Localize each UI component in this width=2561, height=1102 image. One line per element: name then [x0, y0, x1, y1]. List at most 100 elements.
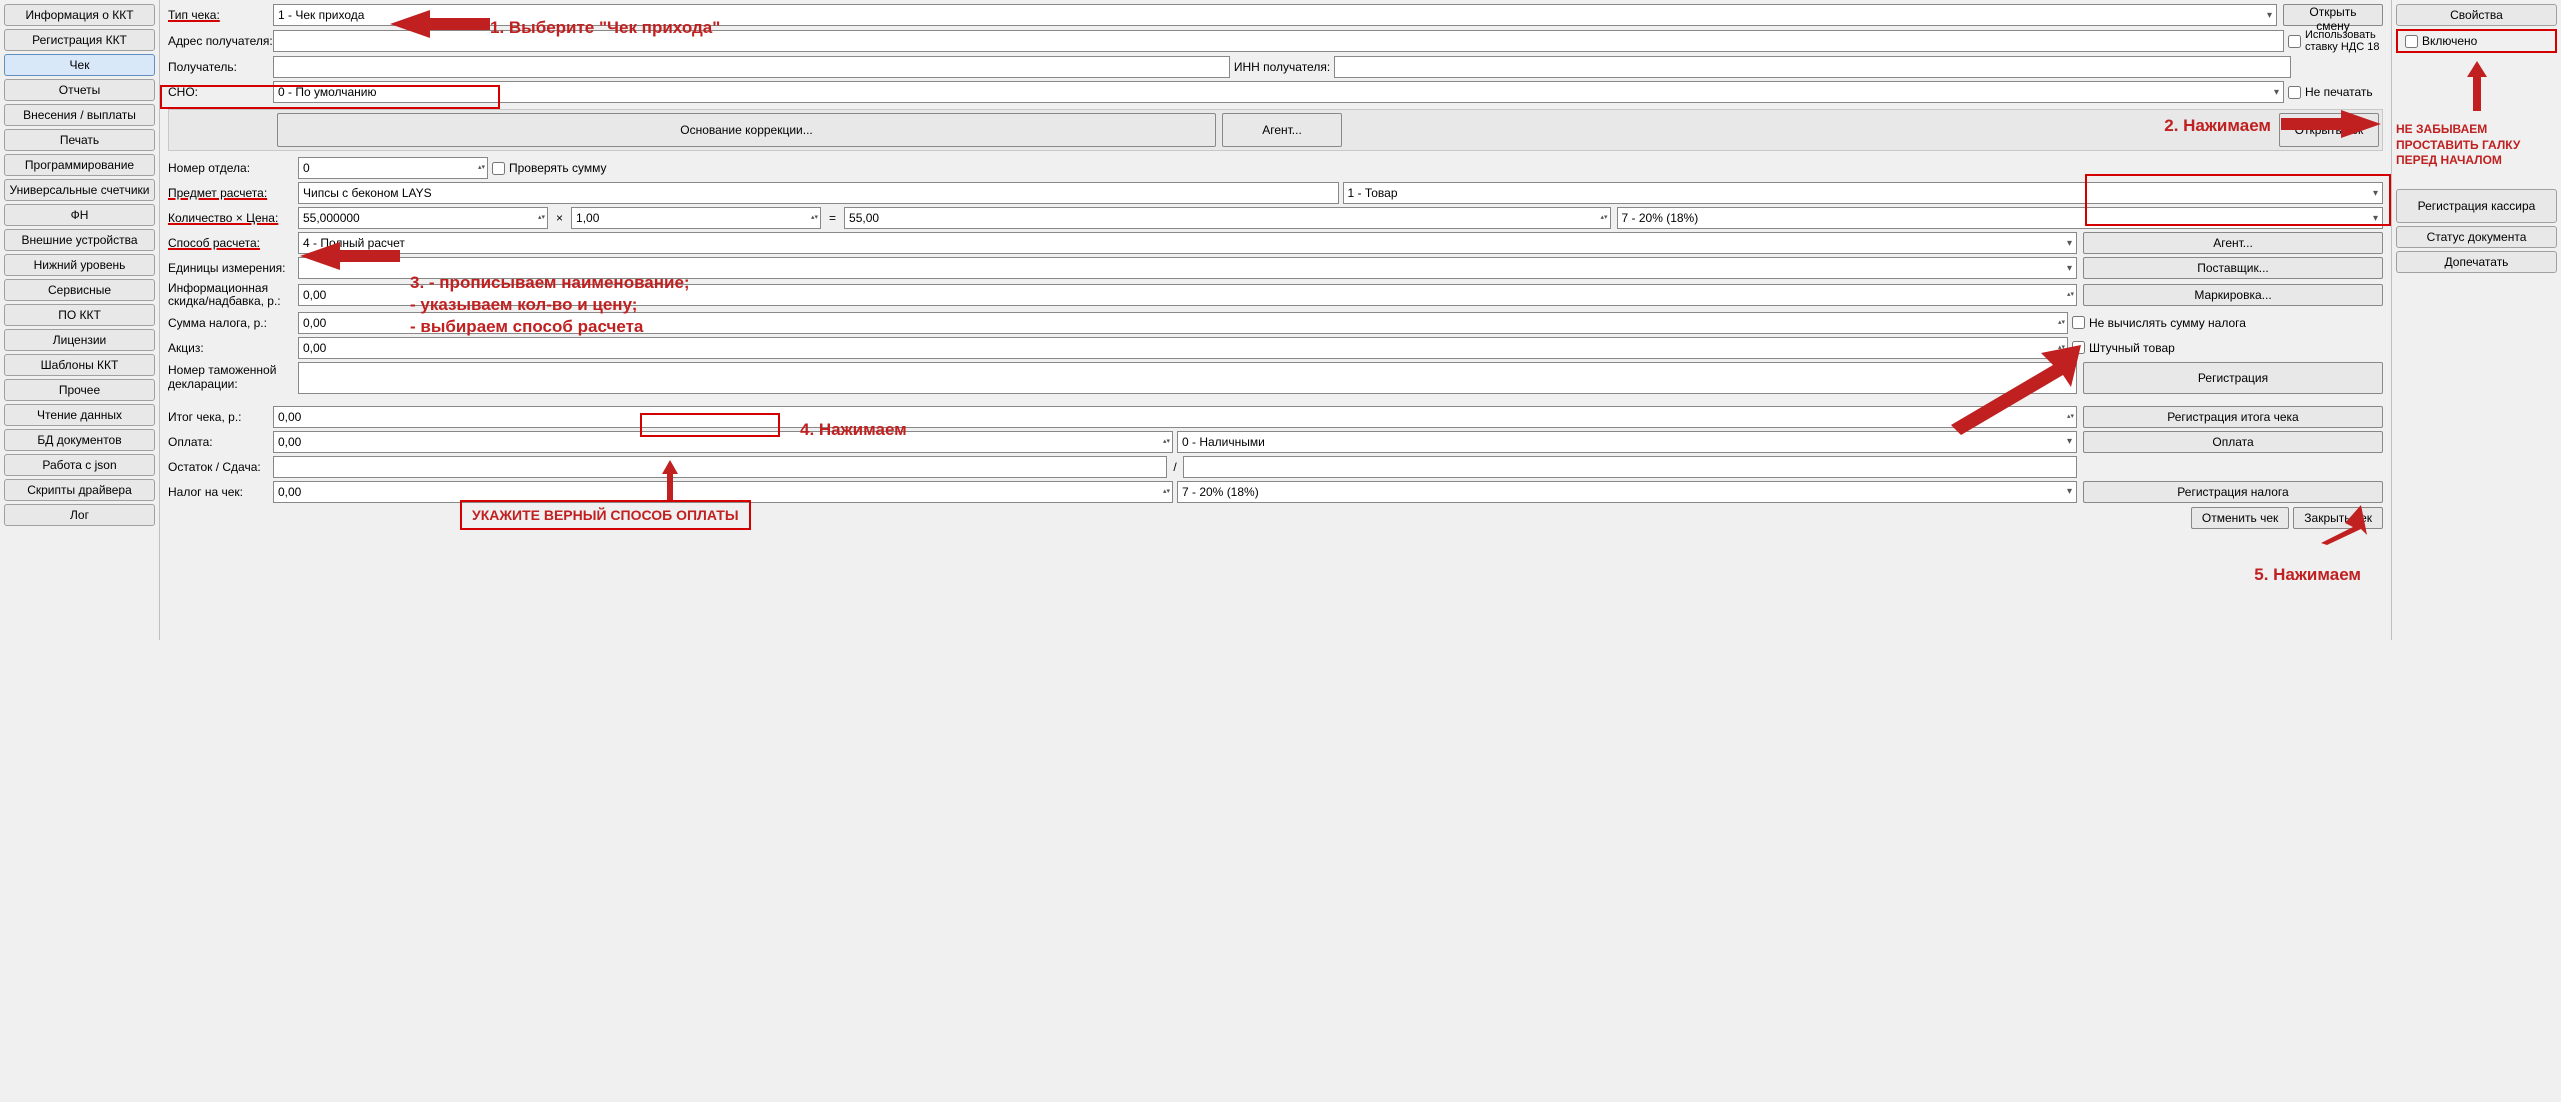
sidebar-item-print[interactable]: Печать [4, 129, 155, 151]
cancel-check-button[interactable]: Отменить чек [2191, 507, 2289, 529]
sidebar-item-other[interactable]: Прочее [4, 379, 155, 401]
deptno-value: 0 [303, 161, 310, 175]
combo-paymethod[interactable]: 4 - Полный расчет [298, 232, 2077, 254]
label-total: Итог чека, р.: [168, 410, 273, 424]
combo-check-type[interactable]: 1 - Чек прихода [273, 4, 2277, 26]
sidebar-item-tpl[interactable]: Шаблоны ККТ [4, 354, 155, 376]
checkbox-checksum[interactable] [492, 162, 505, 175]
input-item-name[interactable] [298, 182, 1339, 204]
sidebar-item-log[interactable]: Лог [4, 504, 155, 526]
sidebar-item-ext[interactable]: Внешние устройства [4, 229, 155, 251]
agent-button[interactable]: Агент... [2083, 232, 2383, 254]
input-customs[interactable] [298, 362, 2077, 394]
label-item: Предмет расчета: [168, 186, 298, 200]
sidebar-item-json[interactable]: Работа с json [4, 454, 155, 476]
spin-disc[interactable]: 0,00 [298, 284, 2077, 306]
reprint-button[interactable]: Допечатать [2396, 251, 2557, 273]
paymethod-value: 4 - Полный расчет [303, 236, 405, 250]
label-taxsum: Сумма налога, р.: [168, 316, 298, 330]
sidebar-item-scripts[interactable]: Скрипты драйвера [4, 479, 155, 501]
spin-total[interactable]: 0,00 [273, 406, 2077, 428]
vat-value: 7 - 20% (18%) [1622, 211, 1699, 225]
label-enabled: Включено [2422, 34, 2477, 48]
sidebar-item-fn[interactable]: ФН [4, 204, 155, 226]
marking-button[interactable]: Маркировка... [2083, 284, 2383, 306]
spin-deptno[interactable]: 0 [298, 157, 488, 179]
checkbox-piece[interactable] [2072, 341, 2085, 354]
correction-button[interactable]: Основание коррекции... [277, 113, 1216, 147]
reg-cashier-button[interactable]: Регистрация кассира [2396, 189, 2557, 223]
sidebar-item-po[interactable]: ПО ККТ [4, 304, 155, 326]
properties-button[interactable]: Свойства [2396, 4, 2557, 26]
sidebar-item-check[interactable]: Чек [4, 54, 155, 76]
sidebar-item-prog[interactable]: Программирование [4, 154, 155, 176]
pay-value: 0,00 [278, 435, 301, 449]
combo-check-type-value: 1 - Чек прихода [278, 8, 364, 22]
sidebar-item-db[interactable]: БД документов [4, 429, 155, 451]
checkbox-vat18[interactable] [2288, 35, 2301, 48]
label-excise: Акциз: [168, 341, 298, 355]
label-qtyprice: Количество × Цена: [168, 211, 298, 225]
sidebar-item-cash[interactable]: Внесения / выплаты [4, 104, 155, 126]
slash: / [1173, 460, 1176, 474]
doc-status-button[interactable]: Статус документа [2396, 226, 2557, 248]
main-form: Тип чека: 1 - Чек прихода Открыть смену … [160, 0, 2391, 640]
open-shift-button[interactable]: Открыть смену [2283, 4, 2383, 26]
sidebar-item-counters[interactable]: Универсальные счетчики [4, 179, 155, 201]
combo-taxcheck-type[interactable]: 7 - 20% (18%) [1177, 481, 2077, 503]
spin-pay[interactable]: 0,00 [273, 431, 1173, 453]
sidebar-item-service[interactable]: Сервисные [4, 279, 155, 301]
spin-taxcheck[interactable]: 0,00 [273, 481, 1173, 503]
combo-sno[interactable]: 0 - По умолчанию [273, 81, 2284, 103]
redbox-enabled: Включено [2396, 29, 2557, 53]
linetotal-value: 55,00 [849, 211, 879, 225]
sidebar-item-reg[interactable]: Регистрация ККТ [4, 29, 155, 51]
taxcheck-type-value: 7 - 20% (18%) [1182, 485, 1259, 499]
spin-excise[interactable]: 0,00 [298, 337, 2068, 359]
input-rest2[interactable] [1183, 456, 2077, 478]
label-piece: Штучный товар [2089, 341, 2383, 355]
combo-unit[interactable] [298, 257, 2077, 279]
qty-value: 55,000000 [303, 211, 360, 225]
spin-qty[interactable]: 55,000000 [298, 207, 548, 229]
agent-button-top[interactable]: Агент... [1222, 113, 1342, 147]
sidebar-item-low[interactable]: Нижний уровень [4, 254, 155, 276]
excise-value: 0,00 [303, 341, 326, 355]
combo-vat[interactable]: 7 - 20% (18%) [1617, 207, 2383, 229]
register-total-button[interactable]: Регистрация итога чека [2083, 406, 2383, 428]
label-vat18: Использовать ставку НДС 18 [2305, 29, 2383, 53]
supplier-button[interactable]: Поставщик... [2083, 257, 2383, 279]
arrow-right [2396, 61, 2557, 114]
label-inn: ИНН получателя: [1234, 60, 1330, 74]
input-inn[interactable] [1334, 56, 2291, 78]
label-deptno: Номер отдела: [168, 161, 298, 175]
combo-item-type[interactable]: 1 - Товар [1343, 182, 2384, 204]
input-rest1[interactable] [273, 456, 1167, 478]
label-recipient: Получатель: [168, 60, 273, 74]
checkbox-enabled[interactable] [2405, 35, 2418, 48]
total-value: 0,00 [278, 410, 301, 424]
close-check-button[interactable]: Закрыть чек [2293, 507, 2383, 529]
paytype-value: 0 - Наличными [1182, 435, 1265, 449]
pay-button[interactable]: Оплата [2083, 431, 2383, 453]
spin-linetotal[interactable]: 55,00 [844, 207, 1610, 229]
checkbox-nocalc[interactable] [2072, 316, 2085, 329]
sidebar-item-info[interactable]: Информация о ККТ [4, 4, 155, 26]
checkbox-noprint[interactable] [2288, 86, 2301, 99]
register-tax-button[interactable]: Регистрация налога [2083, 481, 2383, 503]
input-addr[interactable] [273, 30, 2284, 52]
combo-paytype[interactable]: 0 - Наличными [1177, 431, 2077, 453]
spin-taxsum[interactable]: 0,00 [298, 312, 2068, 334]
sidebar-item-reports[interactable]: Отчеты [4, 79, 155, 101]
input-recipient[interactable] [273, 56, 1230, 78]
label-checksum: Проверять сумму [509, 161, 607, 175]
register-button[interactable]: Регистрация [2083, 362, 2383, 394]
label-taxcheck: Налог на чек: [168, 485, 273, 499]
spin-price[interactable]: 1,00 [571, 207, 821, 229]
equals-sign: = [829, 211, 836, 225]
open-check-button[interactable]: Открыть чек [2279, 113, 2379, 147]
enabled-row[interactable]: Включено [2401, 34, 2552, 48]
label-pay: Оплата: [168, 435, 273, 449]
sidebar-item-read[interactable]: Чтение данных [4, 404, 155, 426]
sidebar-item-lic[interactable]: Лицензии [4, 329, 155, 351]
